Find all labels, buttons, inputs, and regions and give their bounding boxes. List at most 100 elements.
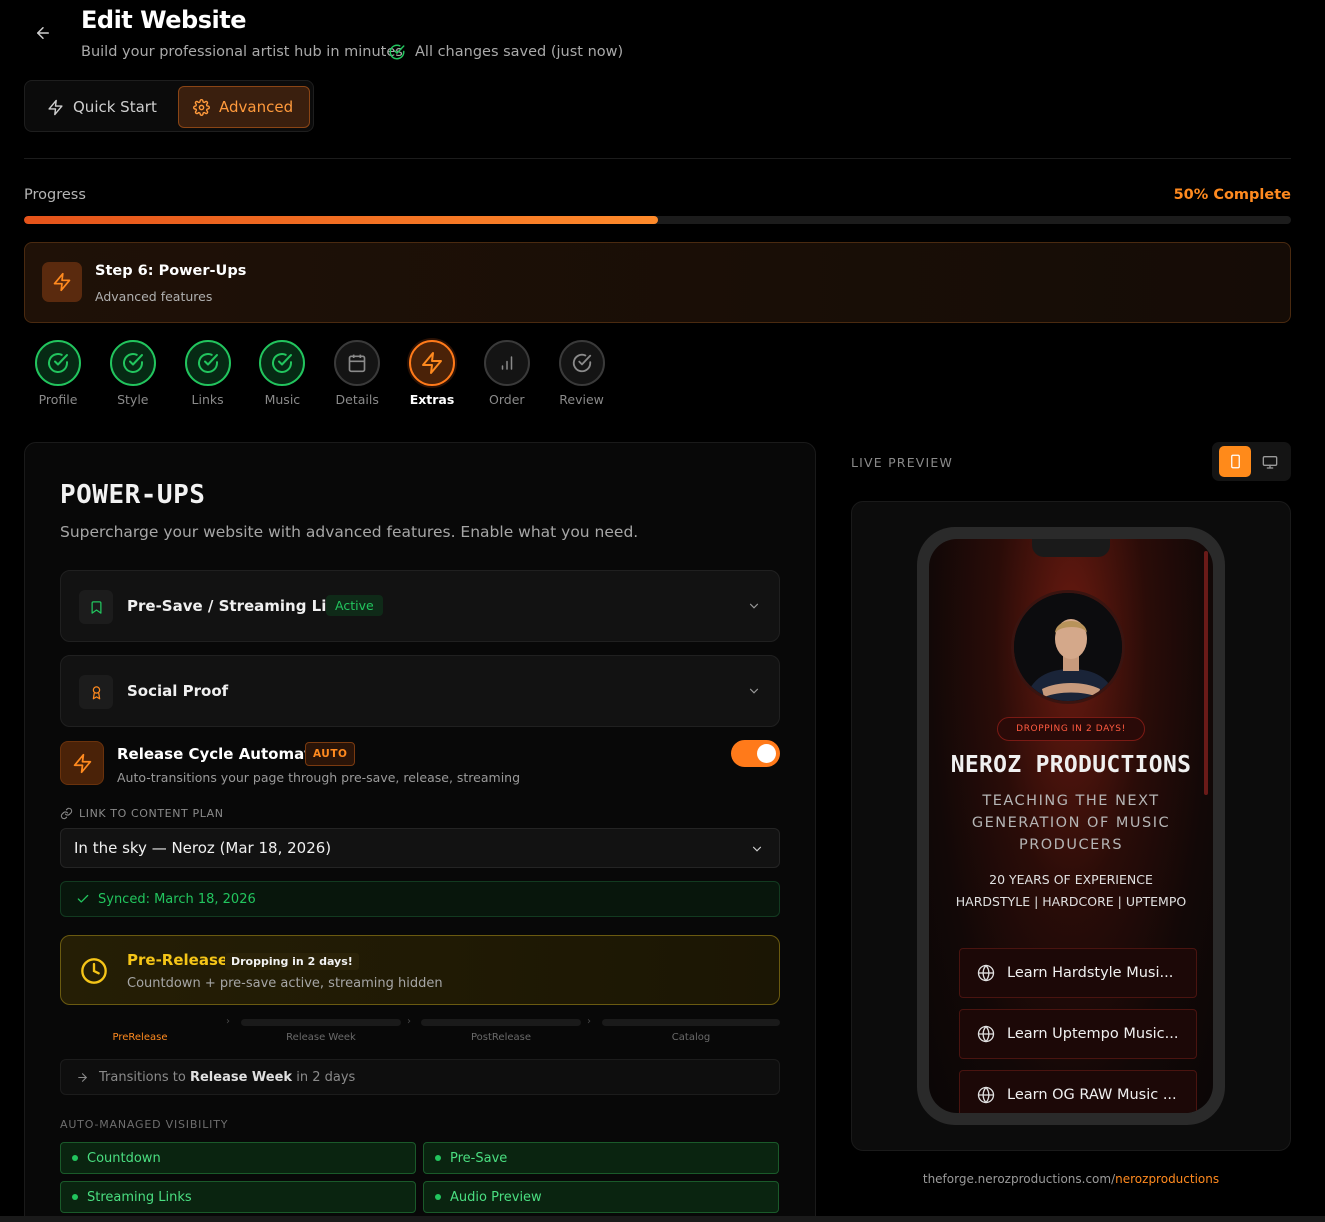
desktop-view-button[interactable]	[1254, 446, 1286, 477]
phase-title: Pre-Release	[127, 951, 229, 969]
preview-link-button[interactable]: Learn Hardstyle Musi...	[959, 948, 1197, 998]
accordion-presave[interactable]: Pre-Save / Streaming Links Active	[60, 570, 780, 642]
panel-subtitle: Supercharge your website with advanced f…	[60, 523, 639, 541]
bookmark-icon	[79, 590, 113, 624]
bar-chart-icon	[498, 354, 516, 372]
preview-link-button[interactable]: Learn Uptempo Music...	[959, 1009, 1197, 1059]
link-button-label: Learn Hardstyle Musi...	[1007, 965, 1174, 981]
step-label: Music	[264, 392, 301, 407]
content-plan-select[interactable]: In the sky — Neroz (Mar 18, 2026)	[60, 828, 780, 868]
toggle-knob	[757, 744, 776, 763]
current-step-subtitle: Advanced features	[95, 289, 213, 304]
status-dot	[72, 1194, 78, 1200]
step-links[interactable]: Links	[182, 340, 234, 407]
step-label: Extras	[409, 392, 455, 407]
advanced-label: Advanced	[219, 98, 294, 116]
transition-target: Release Week	[189, 1069, 293, 1085]
link-button-label: Learn Uptempo Music...	[1007, 1026, 1179, 1042]
check-icon	[76, 892, 90, 906]
phase-label: PreRelease	[112, 1032, 168, 1043]
step-circle	[409, 340, 455, 386]
step-circle	[334, 340, 381, 386]
url-slug: nerozproductions	[1115, 1172, 1220, 1186]
release-cycle-toggle[interactable]	[731, 740, 780, 767]
progress-fill	[24, 216, 658, 224]
current-step-banner: Step 6: Power-Ups Advanced features	[24, 242, 1291, 323]
step-label: Profile	[38, 392, 78, 407]
step-extras[interactable]: Extras	[406, 340, 458, 407]
phone-screen[interactable]: DROPPING IN 2 DAYS! NEROZ PRODUCTIONS TE…	[929, 539, 1213, 1113]
check-circle-icon	[46, 351, 70, 375]
progress-label: Progress	[24, 187, 86, 203]
site-url[interactable]: theforge.nerozproductions.com/nerozprodu…	[0, 1172, 1325, 1186]
quick-start-label: Quick Start	[73, 98, 157, 116]
phase-label: Release Week	[286, 1032, 356, 1043]
chevron-right-icon: ›	[587, 1016, 591, 1027]
status-dot	[435, 1155, 441, 1161]
step-style[interactable]: Style	[107, 340, 159, 407]
transition-text: Transitions to Release Week in 2 days	[99, 1070, 355, 1085]
chevron-right-icon: ›	[226, 1016, 230, 1027]
check-circle-icon	[270, 351, 294, 375]
status-badge: Active	[326, 595, 383, 616]
chevron-down-icon	[750, 842, 764, 856]
artist-name: NEROZ PRODUCTIONS	[950, 752, 1192, 778]
step-label: Details	[335, 392, 379, 407]
globe-icon	[977, 1086, 995, 1104]
arrow-left-icon	[34, 24, 52, 42]
phase-card: Pre-Release Dropping in 2 days! Countdow…	[60, 935, 780, 1005]
zap-icon	[47, 99, 64, 116]
chevron-down-icon	[747, 684, 761, 698]
save-status: All changes saved (just now)	[388, 43, 623, 61]
accordion-social-proof[interactable]: Social Proof	[60, 655, 780, 727]
content-plan-value: In the sky — Neroz (Mar 18, 2026)	[74, 839, 332, 857]
visibility-chip: Countdown	[60, 1142, 416, 1174]
globe-icon	[977, 1025, 995, 1043]
progress-percent: 50% Complete	[1173, 187, 1291, 203]
bottom-scroll-bar	[0, 1216, 1325, 1222]
step-label: Links	[191, 392, 224, 407]
preview-link-button[interactable]: Learn OG RAW Music ...	[959, 1070, 1197, 1113]
clock-icon	[80, 957, 108, 985]
progress-bar	[24, 216, 1291, 224]
status-dot	[72, 1155, 78, 1161]
advanced-button[interactable]: Advanced	[178, 86, 310, 128]
phase-description: Countdown + pre-save active, streaming h…	[127, 976, 443, 991]
phase-badge: Dropping in 2 days!	[225, 953, 359, 970]
step-profile[interactable]: Profile	[32, 340, 84, 407]
zap-icon	[420, 351, 444, 375]
device-toggle	[1212, 442, 1291, 481]
step-circle	[109, 340, 156, 386]
phase-label: PostRelease	[471, 1032, 531, 1043]
step-music[interactable]: Music	[256, 340, 308, 407]
transition-prefix: Transitions to	[99, 1069, 186, 1085]
synced-text: Synced: March 18, 2026	[98, 891, 256, 907]
step-order[interactable]: Order	[481, 340, 533, 407]
phase-bar-postrelease	[421, 1019, 581, 1026]
mobile-view-button[interactable]	[1219, 446, 1251, 477]
save-status-text: All changes saved (just now)	[415, 44, 624, 60]
step-details[interactable]: Details	[331, 340, 383, 407]
gear-icon	[193, 98, 210, 116]
monitor-icon	[1262, 454, 1278, 470]
zap-icon	[42, 262, 82, 302]
quick-start-button[interactable]: Quick Start	[33, 86, 171, 128]
zap-icon	[60, 741, 104, 785]
url-base: theforge.nerozproductions.com/	[922, 1172, 1116, 1186]
step-label: Order	[489, 392, 525, 407]
panel-title: POWER-UPS	[60, 480, 206, 510]
phase-label: Catalog	[671, 1032, 711, 1043]
check-circle-icon	[196, 351, 220, 375]
step-circle	[35, 340, 81, 386]
link-label-text: LINK TO CONTENT PLAN	[79, 807, 224, 820]
artist-bio: 20 YEARS OF EXPERIENCE HARDSTYLE | HARDC…	[939, 869, 1203, 913]
visibility-chip-label: Countdown	[87, 1150, 161, 1166]
step-circle	[483, 340, 530, 386]
countdown-pill: DROPPING IN 2 DAYS!	[997, 717, 1145, 741]
phone-notch	[1032, 539, 1110, 557]
back-button[interactable]	[30, 20, 56, 46]
step-circle	[259, 340, 306, 386]
step-review[interactable]: Review	[556, 340, 608, 407]
live-preview-label: LIVE PREVIEW	[851, 455, 954, 470]
globe-icon	[977, 964, 995, 982]
